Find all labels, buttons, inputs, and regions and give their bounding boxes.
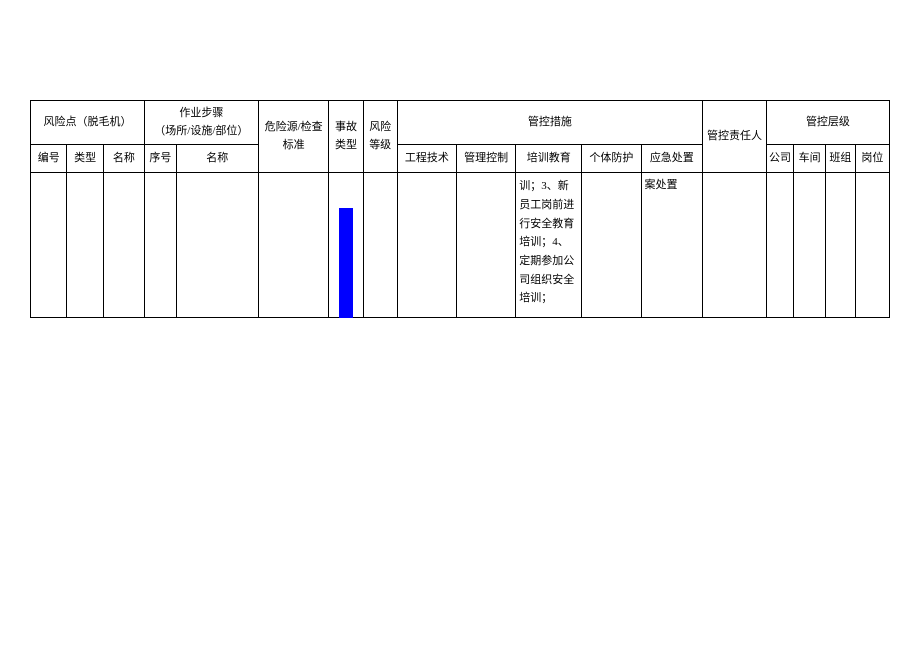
cell-eng-tech bbox=[397, 173, 456, 318]
col-individual-protect: 个体防护 bbox=[582, 145, 641, 173]
col-control-measures: 管控措施 bbox=[397, 101, 702, 145]
cell-team bbox=[826, 173, 856, 318]
col-training-edu: 培训教育 bbox=[516, 145, 582, 173]
col-company: 公司 bbox=[766, 145, 793, 173]
cell-workshop bbox=[794, 173, 826, 318]
cell-individual-protect bbox=[582, 173, 641, 318]
cell-hazard-source bbox=[258, 173, 329, 318]
col-workshop: 车间 bbox=[794, 145, 826, 173]
col-type: 类型 bbox=[67, 145, 103, 173]
col-step-name: 名称 bbox=[176, 145, 258, 173]
col-position: 岗位 bbox=[855, 145, 889, 173]
cell-accident-type bbox=[329, 173, 363, 318]
cell-company bbox=[766, 173, 793, 318]
cell-position bbox=[855, 173, 889, 318]
col-accident-type: 事故类型 bbox=[329, 101, 363, 173]
col-eng-tech: 工程技术 bbox=[397, 145, 456, 173]
cell-risk-level bbox=[363, 173, 397, 318]
cell-step-name bbox=[176, 173, 258, 318]
col-team: 班组 bbox=[826, 145, 856, 173]
cell-control-responsible bbox=[703, 173, 767, 318]
col-name: 名称 bbox=[103, 145, 144, 173]
blue-marker bbox=[339, 208, 353, 318]
cell-emergency: 案处置 bbox=[641, 173, 703, 318]
col-risk-level: 风险等级 bbox=[363, 101, 397, 173]
col-work-steps: 作业步骤 （场所/设施/部位） bbox=[144, 101, 258, 145]
header-row-1: 风险点（脱毛机） 作业步骤 （场所/设施/部位） 危险源/检查标准 事故类型 风… bbox=[31, 101, 890, 145]
col-mgmt-control: 管理控制 bbox=[457, 145, 516, 173]
col-control-hierarchy: 管控层级 bbox=[766, 101, 889, 145]
cell-mgmt-control bbox=[457, 173, 516, 318]
col-step-no: 序号 bbox=[144, 145, 176, 173]
data-row: 训；3、新员工岗前进行安全教育培训；4、定期参加公司组织安全培训； 案处置 bbox=[31, 173, 890, 318]
col-hazard-source: 危险源/检查标准 bbox=[258, 101, 329, 173]
cell-training-edu: 训；3、新员工岗前进行安全教育培训；4、定期参加公司组织安全培训； bbox=[516, 173, 582, 318]
col-control-responsible: 管控责任人 bbox=[703, 101, 767, 173]
cell-serial-no bbox=[31, 173, 67, 318]
cell-name bbox=[103, 173, 144, 318]
col-emergency: 应急处置 bbox=[641, 145, 703, 173]
risk-control-table: 风险点（脱毛机） 作业步骤 （场所/设施/部位） 危险源/检查标准 事故类型 风… bbox=[30, 100, 890, 318]
col-serial-no: 编号 bbox=[31, 145, 67, 173]
cell-step-no bbox=[144, 173, 176, 318]
col-risk-point: 风险点（脱毛机） bbox=[31, 101, 145, 145]
cell-type bbox=[67, 173, 103, 318]
